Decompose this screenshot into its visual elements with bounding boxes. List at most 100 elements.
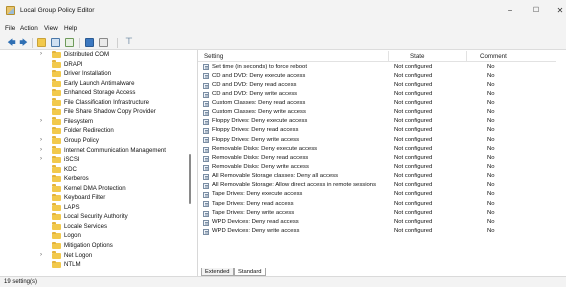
setting-state: Not configured <box>394 63 433 70</box>
tree-item[interactable]: KDC <box>0 165 190 175</box>
back-arrow-icon[interactable]: 🡄 <box>6 37 17 48</box>
tree-item[interactable]: › Distributed COM <box>0 50 190 60</box>
setting-row[interactable]: CD and DVD: Deny read access Not configur… <box>198 81 556 90</box>
setting-row[interactable]: Floppy Drives: Deny write access Not conf… <box>198 136 556 145</box>
close-button[interactable]: ✕ <box>548 4 566 18</box>
column-divider[interactable] <box>388 51 389 61</box>
maximize-button[interactable]: ☐ <box>524 4 548 18</box>
setting-row[interactable]: Removable Disks: Deny write access Not co… <box>198 164 556 173</box>
tree-item[interactable]: Enhanced Storage Access <box>0 88 190 98</box>
setting-row[interactable]: Removable Disks: Deny read access Not con… <box>198 154 556 163</box>
folder-icon <box>52 136 61 144</box>
tree-item[interactable]: Folder Redirection <box>0 126 190 136</box>
tree-item[interactable]: › Net Logon <box>0 251 190 261</box>
setting-state: Not configured <box>394 109 433 116</box>
tree-item[interactable]: Logon <box>0 231 190 241</box>
setting-row[interactable]: Tape Drives: Deny write access Not config… <box>198 209 556 218</box>
chevron-right-icon[interactable]: › <box>40 137 42 143</box>
column-header-comment[interactable]: Comment <box>480 53 507 60</box>
tree-pane[interactable]: › Distributed COM DRAPI Driver Installation… <box>0 50 198 276</box>
chevron-right-icon[interactable]: › <box>40 147 42 153</box>
setting-row[interactable]: CD and DVD: Deny execute access Not confi… <box>198 72 556 81</box>
tree-item[interactable]: › iSCSI <box>0 155 190 165</box>
tree-item-label: LAPS <box>64 203 80 211</box>
tree-item[interactable]: › Internet Communication Management <box>0 146 190 156</box>
policy-setting-icon <box>203 119 209 126</box>
policy-setting-icon <box>203 228 209 235</box>
column-header-state[interactable]: State <box>410 53 424 60</box>
setting-row[interactable]: WPD Devices: Deny write access Not config… <box>198 228 556 237</box>
folder-icon <box>52 50 61 58</box>
help-icon[interactable] <box>85 38 94 47</box>
tree-item[interactable]: Kernel DMA Protection <box>0 184 190 194</box>
chevron-right-icon[interactable]: › <box>40 51 42 57</box>
minimize-button[interactable]: − <box>498 4 522 18</box>
tree-item[interactable]: DRAPI <box>0 60 190 70</box>
tree-item-label: Net Logon <box>64 251 93 259</box>
policy-setting-icon <box>203 210 209 217</box>
setting-row[interactable]: Tape Drives: Deny execute access Not conf… <box>198 191 556 200</box>
tree-scrollbar-thumb[interactable] <box>189 154 191 204</box>
tree-item-label: Kernel DMA Protection <box>64 184 126 192</box>
setting-state: Not configured <box>394 191 433 198</box>
tab-extended[interactable]: Extended <box>201 268 234 276</box>
column-header-setting[interactable]: Setting <box>204 53 223 60</box>
tree-item-label: Enhanced Storage Access <box>64 89 136 97</box>
policy-setting-icon <box>203 137 209 144</box>
folder-icon <box>52 155 61 164</box>
show-hide-tree-icon[interactable] <box>51 38 60 47</box>
tree-item[interactable]: Locale Services <box>0 222 190 232</box>
up-folder-icon[interactable] <box>37 38 46 47</box>
tree-item[interactable]: Kerberos <box>0 174 190 184</box>
setting-row[interactable]: CD and DVD: Deny write access Not configu… <box>198 90 556 99</box>
chevron-right-icon[interactable]: › <box>40 118 42 124</box>
forward-arrow-icon[interactable]: 🡆 <box>18 37 29 48</box>
setting-row[interactable]: Set time (in seconds) to force reboot Not… <box>198 63 556 72</box>
menu-view[interactable]: View <box>44 25 58 32</box>
policy-setting-icon <box>203 155 209 162</box>
policy-setting-icon <box>203 109 209 116</box>
export-list-icon[interactable] <box>65 38 74 47</box>
setting-row[interactable]: WPD Devices: Deny read access Not configu… <box>198 218 556 227</box>
folder-icon <box>52 60 61 68</box>
column-divider[interactable] <box>466 51 467 61</box>
setting-row[interactable]: Floppy Drives: Deny execute access Not co… <box>198 118 556 127</box>
tree-item[interactable]: File Classification Infrastructure <box>0 98 190 108</box>
tree-item[interactable]: › Group Policy <box>0 136 190 146</box>
tree-item[interactable]: NTLM <box>0 260 190 270</box>
tab-standard[interactable]: Standard <box>234 268 266 276</box>
menu-action[interactable]: Action <box>20 25 38 32</box>
setting-name: Tape Drives: Deny write access <box>212 209 295 216</box>
setting-row[interactable]: Custom Classes: Deny write access Not con… <box>198 109 556 118</box>
tree-item[interactable]: › Filesystem <box>0 117 190 127</box>
tree-item[interactable]: Driver Installation <box>0 69 190 79</box>
policy-setting-icon <box>203 73 209 80</box>
menu-file[interactable]: File <box>5 25 15 32</box>
filter-icon[interactable]: ⊤ <box>125 36 133 47</box>
setting-row[interactable]: Removable Disks: Deny execute access Not … <box>198 145 556 154</box>
setting-state: Not configured <box>394 90 433 97</box>
properties-icon[interactable] <box>99 38 108 47</box>
policy-setting-icon <box>203 173 209 180</box>
chevron-right-icon[interactable]: › <box>40 156 42 162</box>
setting-comment: No <box>487 109 495 116</box>
folder-icon <box>52 107 61 116</box>
tree-item[interactable]: Mitigation Options <box>0 241 190 251</box>
setting-name: Floppy Drives: Deny execute access <box>212 118 308 125</box>
setting-row[interactable]: Tape Drives: Deny read access Not configu… <box>198 200 556 209</box>
tree-item[interactable]: LAPS <box>0 203 190 213</box>
setting-row[interactable]: Custom Classes: Deny read access Not conf… <box>198 100 556 109</box>
tree-item-label: Driver Installation <box>64 70 112 78</box>
policy-setting-icon <box>203 100 209 107</box>
menu-help[interactable]: Help <box>64 25 77 32</box>
setting-row[interactable]: All Removable Storage classes: Deny all … <box>198 173 556 182</box>
tree-item[interactable]: File Share Shadow Copy Provider <box>0 107 190 117</box>
tree-item-label: Distributed COM <box>64 51 110 58</box>
tree-item[interactable]: Early Launch Antimalware <box>0 79 190 89</box>
setting-row[interactable]: All Removable Storage: Allow direct acce… <box>198 182 556 191</box>
setting-name: CD and DVD: Deny read access <box>212 81 297 88</box>
tree-item[interactable]: Local Security Authority <box>0 212 190 222</box>
chevron-right-icon[interactable]: › <box>40 252 42 258</box>
setting-row[interactable]: Floppy Drives: Deny read access Not confi… <box>198 127 556 136</box>
tree-item[interactable]: Keyboard Filter <box>0 193 190 203</box>
